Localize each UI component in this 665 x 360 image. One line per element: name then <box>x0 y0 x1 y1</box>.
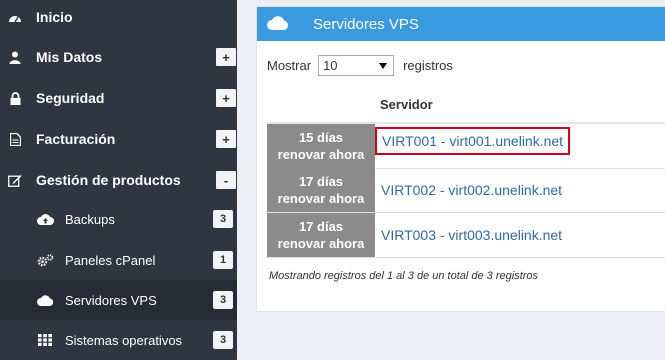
sidebar-item-label: Facturación <box>36 131 116 147</box>
renew-badge[interactable]: 15 días renovar ahora <box>267 124 375 168</box>
panel-header: Servidores VPS <box>257 7 665 41</box>
panel-title: Servidores VPS <box>313 16 419 33</box>
sidebar-item-facturacion[interactable]: Facturación + <box>0 119 237 159</box>
renew-label: renovar ahora <box>277 147 365 162</box>
grid-icon <box>36 333 54 347</box>
server-link[interactable]: VIRT003 - virt003.unelink.net <box>381 227 562 243</box>
length-prefix: Mostrar <box>267 58 312 73</box>
row-divider <box>267 257 665 258</box>
page-length-control: Mostrar 10 registros <box>267 55 453 76</box>
sidebar-subitem-label: Backups <box>65 211 115 227</box>
table-row: 15 días renovar ahora VIRT001 - virt001.… <box>267 124 665 169</box>
collapse-toggle[interactable]: - <box>216 171 236 189</box>
renew-label: renovar ahora <box>277 191 365 206</box>
count-badge: 1 <box>213 251 233 269</box>
page-length-value: 10 <box>323 58 338 73</box>
sidebar-item-gestion-productos[interactable]: Gestión de productos - <box>0 160 237 200</box>
server-link[interactable]: VIRT001 - virt001.unelink.net <box>374 127 571 155</box>
sidebar-item-label: Mis Datos <box>36 49 103 65</box>
servers-panel: Servidores VPS Mostrar 10 registros Serv… <box>256 6 665 312</box>
expand-toggle[interactable]: + <box>216 130 236 148</box>
sidebar: Inicio Mis Datos + Seguridad + Facturaci… <box>0 0 237 360</box>
sidebar-subitem-backups[interactable]: Backups 3 <box>0 199 237 239</box>
sidebar-item-inicio[interactable]: Inicio <box>0 0 237 37</box>
file-icon <box>8 132 22 146</box>
days-left: 17 días <box>298 219 344 234</box>
renew-badge[interactable]: 17 días renovar ahora <box>267 213 375 257</box>
expand-toggle[interactable]: + <box>216 89 236 107</box>
chevron-down-icon <box>379 63 388 69</box>
sidebar-subitem-label: Paneles cPanel <box>65 252 156 268</box>
sidebar-item-seguridad[interactable]: Seguridad + <box>0 78 237 118</box>
days-left: 15 días <box>298 130 344 145</box>
renew-badge[interactable]: 17 días renovar ahora <box>267 168 375 212</box>
sidebar-item-label: Seguridad <box>36 90 105 106</box>
sidebar-subitem-servidores-vps[interactable]: Servidores VPS 3 <box>0 280 237 320</box>
count-badge: 3 <box>213 291 233 309</box>
edit-icon <box>8 173 22 187</box>
sidebar-subitem-sistemas-operativos[interactable]: Sistemas operativos 3 <box>0 320 237 360</box>
page-length-select[interactable]: 10 <box>318 55 395 76</box>
lock-icon <box>8 91 22 105</box>
table-row: 17 días renovar ahora VIRT003 - virt003.… <box>267 213 665 258</box>
gears-icon <box>36 253 54 267</box>
server-link[interactable]: VIRT002 - virt002.unelink.net <box>381 182 562 198</box>
sidebar-item-label: Gestión de productos <box>36 172 181 188</box>
dashboard-icon <box>8 10 22 24</box>
table-row: 17 días renovar ahora VIRT002 - virt002.… <box>267 168 665 213</box>
cloud-icon <box>267 15 289 33</box>
expand-toggle[interactable]: + <box>216 48 236 66</box>
days-left: 17 días <box>298 174 344 189</box>
length-suffix: registros <box>403 58 453 73</box>
sidebar-subitem-label: Sistemas operativos <box>65 332 183 348</box>
sidebar-item-mis-datos[interactable]: Mis Datos + <box>0 37 237 77</box>
count-badge: 3 <box>213 331 233 349</box>
sidebar-subitem-paneles-cpanel[interactable]: Paneles cPanel 1 <box>0 240 237 280</box>
cloud-icon <box>36 293 54 307</box>
user-icon <box>8 50 22 64</box>
cloud-upload-icon <box>36 212 54 226</box>
sidebar-subitem-label: Servidores VPS <box>65 292 157 308</box>
sidebar-item-label: Inicio <box>36 9 73 25</box>
column-header-servidor[interactable]: Servidor <box>380 97 433 112</box>
count-badge: 3 <box>213 210 233 228</box>
table-info: Mostrando registros del 1 al 3 de un tot… <box>269 270 539 282</box>
renew-label: renovar ahora <box>277 236 365 251</box>
